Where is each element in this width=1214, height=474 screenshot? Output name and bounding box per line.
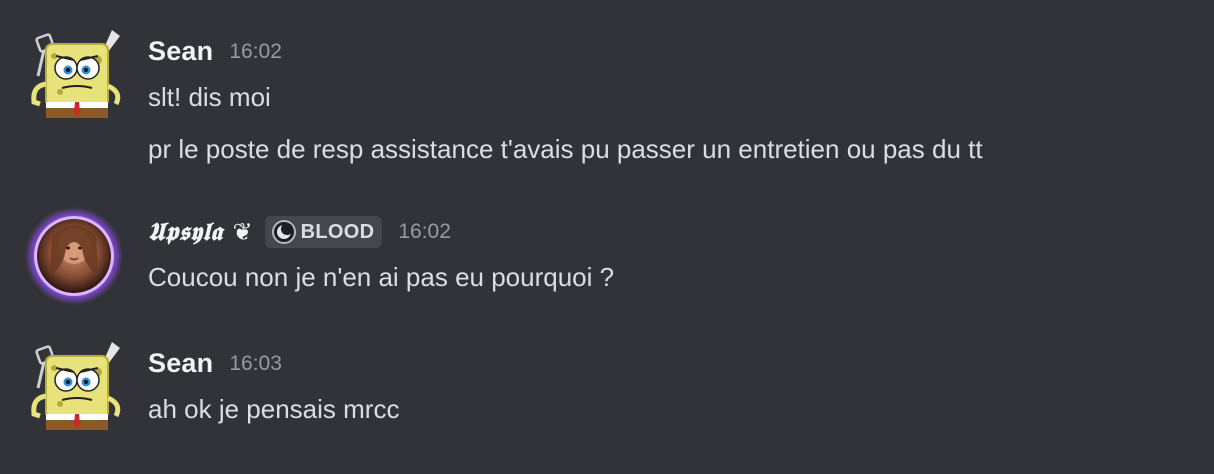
timestamp[interactable]: 16:02 [229,40,282,64]
username[interactable]: Sean [148,36,213,67]
timestamp[interactable]: 16:03 [229,352,282,376]
message-header: 𝖀𝖕𝖘𝖞𝖑𝖆 ❦ BLOOD 16:02 [148,216,451,248]
moon-badge-icon [271,220,296,244]
spongebob-avatar-icon [31,342,121,430]
avatar[interactable] [24,338,124,438]
chat-log: Sean 16:02 slt! dis moi pr le poste de r… [0,0,1214,474]
message-text: Coucou non je n'en ai pas eu pourquoi ? [148,262,615,292]
message-header: Sean 16:03 [148,348,282,379]
portrait-avatar-icon [25,207,123,305]
avatar[interactable] [24,26,124,126]
timestamp[interactable]: 16:02 [398,220,451,244]
server-tag[interactable]: BLOOD [264,216,383,248]
name-decoration: ❦ [232,218,253,246]
message-text: pr le poste de resp assistance t'avais p… [148,134,983,164]
server-tag-label: BLOOD [300,220,375,243]
username[interactable]: Sean [148,348,213,379]
avatar[interactable] [24,206,124,306]
username[interactable]: 𝖀𝖕𝖘𝖞𝖑𝖆 [148,217,223,247]
message-header: Sean 16:02 [148,36,282,67]
spongebob-avatar-icon [31,30,121,118]
message-text: slt! dis moi [148,82,271,112]
message-text: ah ok je pensais mrcc [148,394,400,424]
